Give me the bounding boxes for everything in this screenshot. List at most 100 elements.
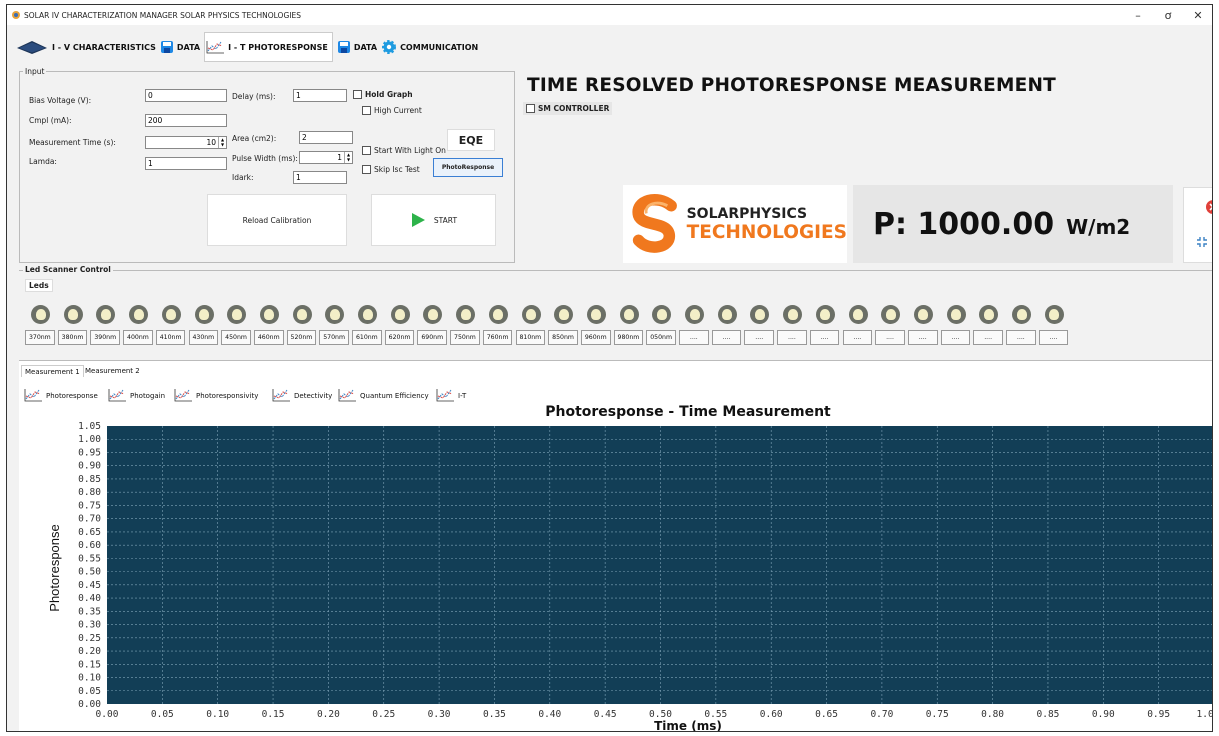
led-bulb-icon[interactable]: [946, 305, 966, 324]
tab-communication[interactable]: COMMUNICATION: [381, 32, 482, 62]
led-wavelength-button[interactable]: 810nm: [515, 330, 546, 345]
led-bulb-icon[interactable]: [259, 305, 279, 324]
hold-graph-checkbox[interactable]: Hold Graph: [353, 90, 413, 99]
led-wavelength-button[interactable]: ....: [777, 330, 807, 345]
led-wavelength-button[interactable]: 690nm: [417, 330, 448, 345]
led-wavelength-button[interactable]: ....: [679, 330, 709, 345]
led-wavelength-button[interactable]: ....: [973, 330, 1003, 345]
led-wavelength-button[interactable]: 960nm: [580, 330, 611, 345]
plot-tab-quantum-efficiency[interactable]: Quantum Efficiency: [337, 387, 429, 404]
chart-title: Photoresponse - Time Measurement: [545, 405, 831, 420]
led-bulb-icon[interactable]: [129, 305, 149, 324]
led-bulb-icon[interactable]: [586, 305, 606, 324]
close-circle-icon[interactable]: [1206, 200, 1213, 214]
led-bulb-icon[interactable]: [194, 305, 214, 324]
area-input[interactable]: 2: [299, 131, 353, 144]
led-wavelength-button[interactable]: ....: [842, 330, 873, 345]
cmpl-input[interactable]: 200: [145, 114, 227, 127]
tab-it-photoresponse[interactable]: I - T PHOTORESPONSE: [204, 32, 333, 62]
delay-input[interactable]: 1: [293, 89, 347, 102]
led-wavelength-button[interactable]: ....: [1006, 330, 1036, 345]
led-wavelength-button[interactable]: 400nm: [123, 330, 153, 345]
led-bulb-icon[interactable]: [521, 305, 541, 324]
led-wavelength-button[interactable]: ....: [744, 330, 775, 345]
led-wavelength-button[interactable]: 610nm: [352, 330, 382, 345]
plot-tab-photoresponsivity[interactable]: Photoresponsivity: [173, 387, 258, 404]
tab-measurement-1[interactable]: Measurement 1: [21, 365, 84, 377]
led-wavelength-button[interactable]: 570nm: [319, 330, 349, 345]
high-current-checkbox[interactable]: High Current: [362, 106, 422, 115]
led-wavelength-button[interactable]: 370nm: [25, 330, 55, 345]
led-bulb-icon[interactable]: [161, 305, 181, 324]
start-with-light-checkbox[interactable]: Start With Light On: [362, 146, 446, 155]
led-wavelength-button[interactable]: 050nm: [646, 330, 676, 345]
spin-arrows-icon[interactable]: ▲ ▼: [218, 137, 226, 148]
skip-isc-checkbox[interactable]: Skip Isc Test: [362, 165, 420, 174]
photoresponse-chart: Photoresponse - Time Measurement 0.00 0.0…: [47, 405, 1212, 731]
spin-arrows-icon[interactable]: ▲ ▼: [344, 152, 352, 163]
maximize-button[interactable]: ơ: [1155, 5, 1181, 25]
tab-measurement-2[interactable]: Measurement 2: [82, 365, 143, 377]
led-bulb-icon[interactable]: [488, 305, 508, 324]
tab-iv-characteristics[interactable]: I - V CHARACTERISTICS: [15, 32, 160, 62]
led-wavelength-button[interactable]: 520nm: [286, 330, 317, 345]
reload-calibration-button[interactable]: Reload Calibration: [207, 194, 347, 246]
led-bulb-icon[interactable]: [1044, 305, 1064, 324]
bulb-glyph: [591, 309, 602, 320]
led-bulb-icon[interactable]: [390, 305, 410, 324]
led-wavelength-button[interactable]: 450nm: [221, 330, 251, 345]
bias-voltage-input[interactable]: 0: [145, 89, 227, 102]
tab-iv-label: I - V CHARACTERISTICS: [52, 42, 156, 52]
led-wavelength-button[interactable]: ....: [1038, 330, 1069, 345]
led-bulb-icon[interactable]: [1012, 305, 1031, 324]
idark-input[interactable]: 1: [293, 171, 347, 184]
led-wavelength-button[interactable]: 850nm: [548, 330, 578, 345]
led-wavelength-button[interactable]: ....: [875, 330, 905, 345]
led-wavelength-button[interactable]: 750nm: [450, 330, 480, 345]
plot-tab-photogain[interactable]: Photogain: [107, 387, 165, 404]
led-wavelength-button[interactable]: 430nm: [188, 330, 219, 345]
led-wavelength-button[interactable]: 760nm: [482, 330, 513, 345]
pulse-width-stepper[interactable]: 1 ▲ ▼: [299, 151, 353, 164]
close-button[interactable]: ✕: [1185, 5, 1211, 25]
tab-leds[interactable]: Leds: [25, 279, 53, 292]
led-bulb-icon[interactable]: [783, 305, 803, 324]
led-wavelength-button[interactable]: 390nm: [90, 330, 121, 345]
led-wavelength-button[interactable]: ....: [940, 330, 971, 345]
led-wavelength-button[interactable]: 380nm: [57, 330, 88, 345]
photoresponse-button[interactable]: PhotoResponse: [433, 158, 503, 177]
plot-tab-photoresponse[interactable]: Photoresponse: [23, 387, 98, 404]
led-bulb-icon[interactable]: [717, 305, 737, 324]
led-bulb-icon[interactable]: [685, 305, 704, 324]
start-button[interactable]: START: [371, 194, 496, 246]
measurement-time-stepper[interactable]: 10 ▲ ▼: [145, 136, 227, 149]
plot-tab-label: I-T: [458, 391, 467, 400]
shrink-icon[interactable]: [1196, 236, 1208, 248]
plot-tab-i-t[interactable]: I-T: [435, 387, 466, 404]
led-bulb-icon[interactable]: [31, 305, 50, 324]
tab-data-2[interactable]: DATA: [337, 32, 381, 62]
led-bulb-icon[interactable]: [456, 305, 476, 324]
led-wavelength-button[interactable]: ....: [711, 330, 742, 345]
lamda-input[interactable]: 1: [145, 157, 227, 170]
led-bulb-icon[interactable]: [815, 305, 835, 324]
led-bulb-icon[interactable]: [848, 305, 868, 324]
led-wavelength-button[interactable]: 410nm: [155, 330, 186, 345]
tab-data-1[interactable]: DATA: [160, 32, 204, 62]
led-wavelength-button[interactable]: ....: [809, 330, 840, 345]
bulb-glyph: [133, 309, 144, 320]
led-bulb-icon[interactable]: [358, 305, 377, 324]
led-wavelength-button[interactable]: 980nm: [613, 330, 644, 345]
led-bulb-icon[interactable]: [913, 305, 933, 324]
led-wavelength-button[interactable]: 460nm: [253, 330, 284, 345]
led-bulb-icon[interactable]: [619, 305, 639, 324]
led-bulb-icon[interactable]: [63, 305, 83, 324]
eqe-button[interactable]: EQE: [447, 129, 495, 151]
led-bulb-icon[interactable]: [292, 305, 312, 324]
sm-controller-checkbox[interactable]: SM CONTROLLER: [523, 102, 613, 115]
led-wavelength-button[interactable]: ....: [907, 330, 938, 345]
led-wavelength-button[interactable]: 620nm: [384, 330, 415, 345]
bulb-glyph: [624, 309, 635, 320]
minimize-button[interactable]: –: [1125, 5, 1151, 25]
plot-tab-detectivity[interactable]: Detectivity: [271, 387, 332, 404]
